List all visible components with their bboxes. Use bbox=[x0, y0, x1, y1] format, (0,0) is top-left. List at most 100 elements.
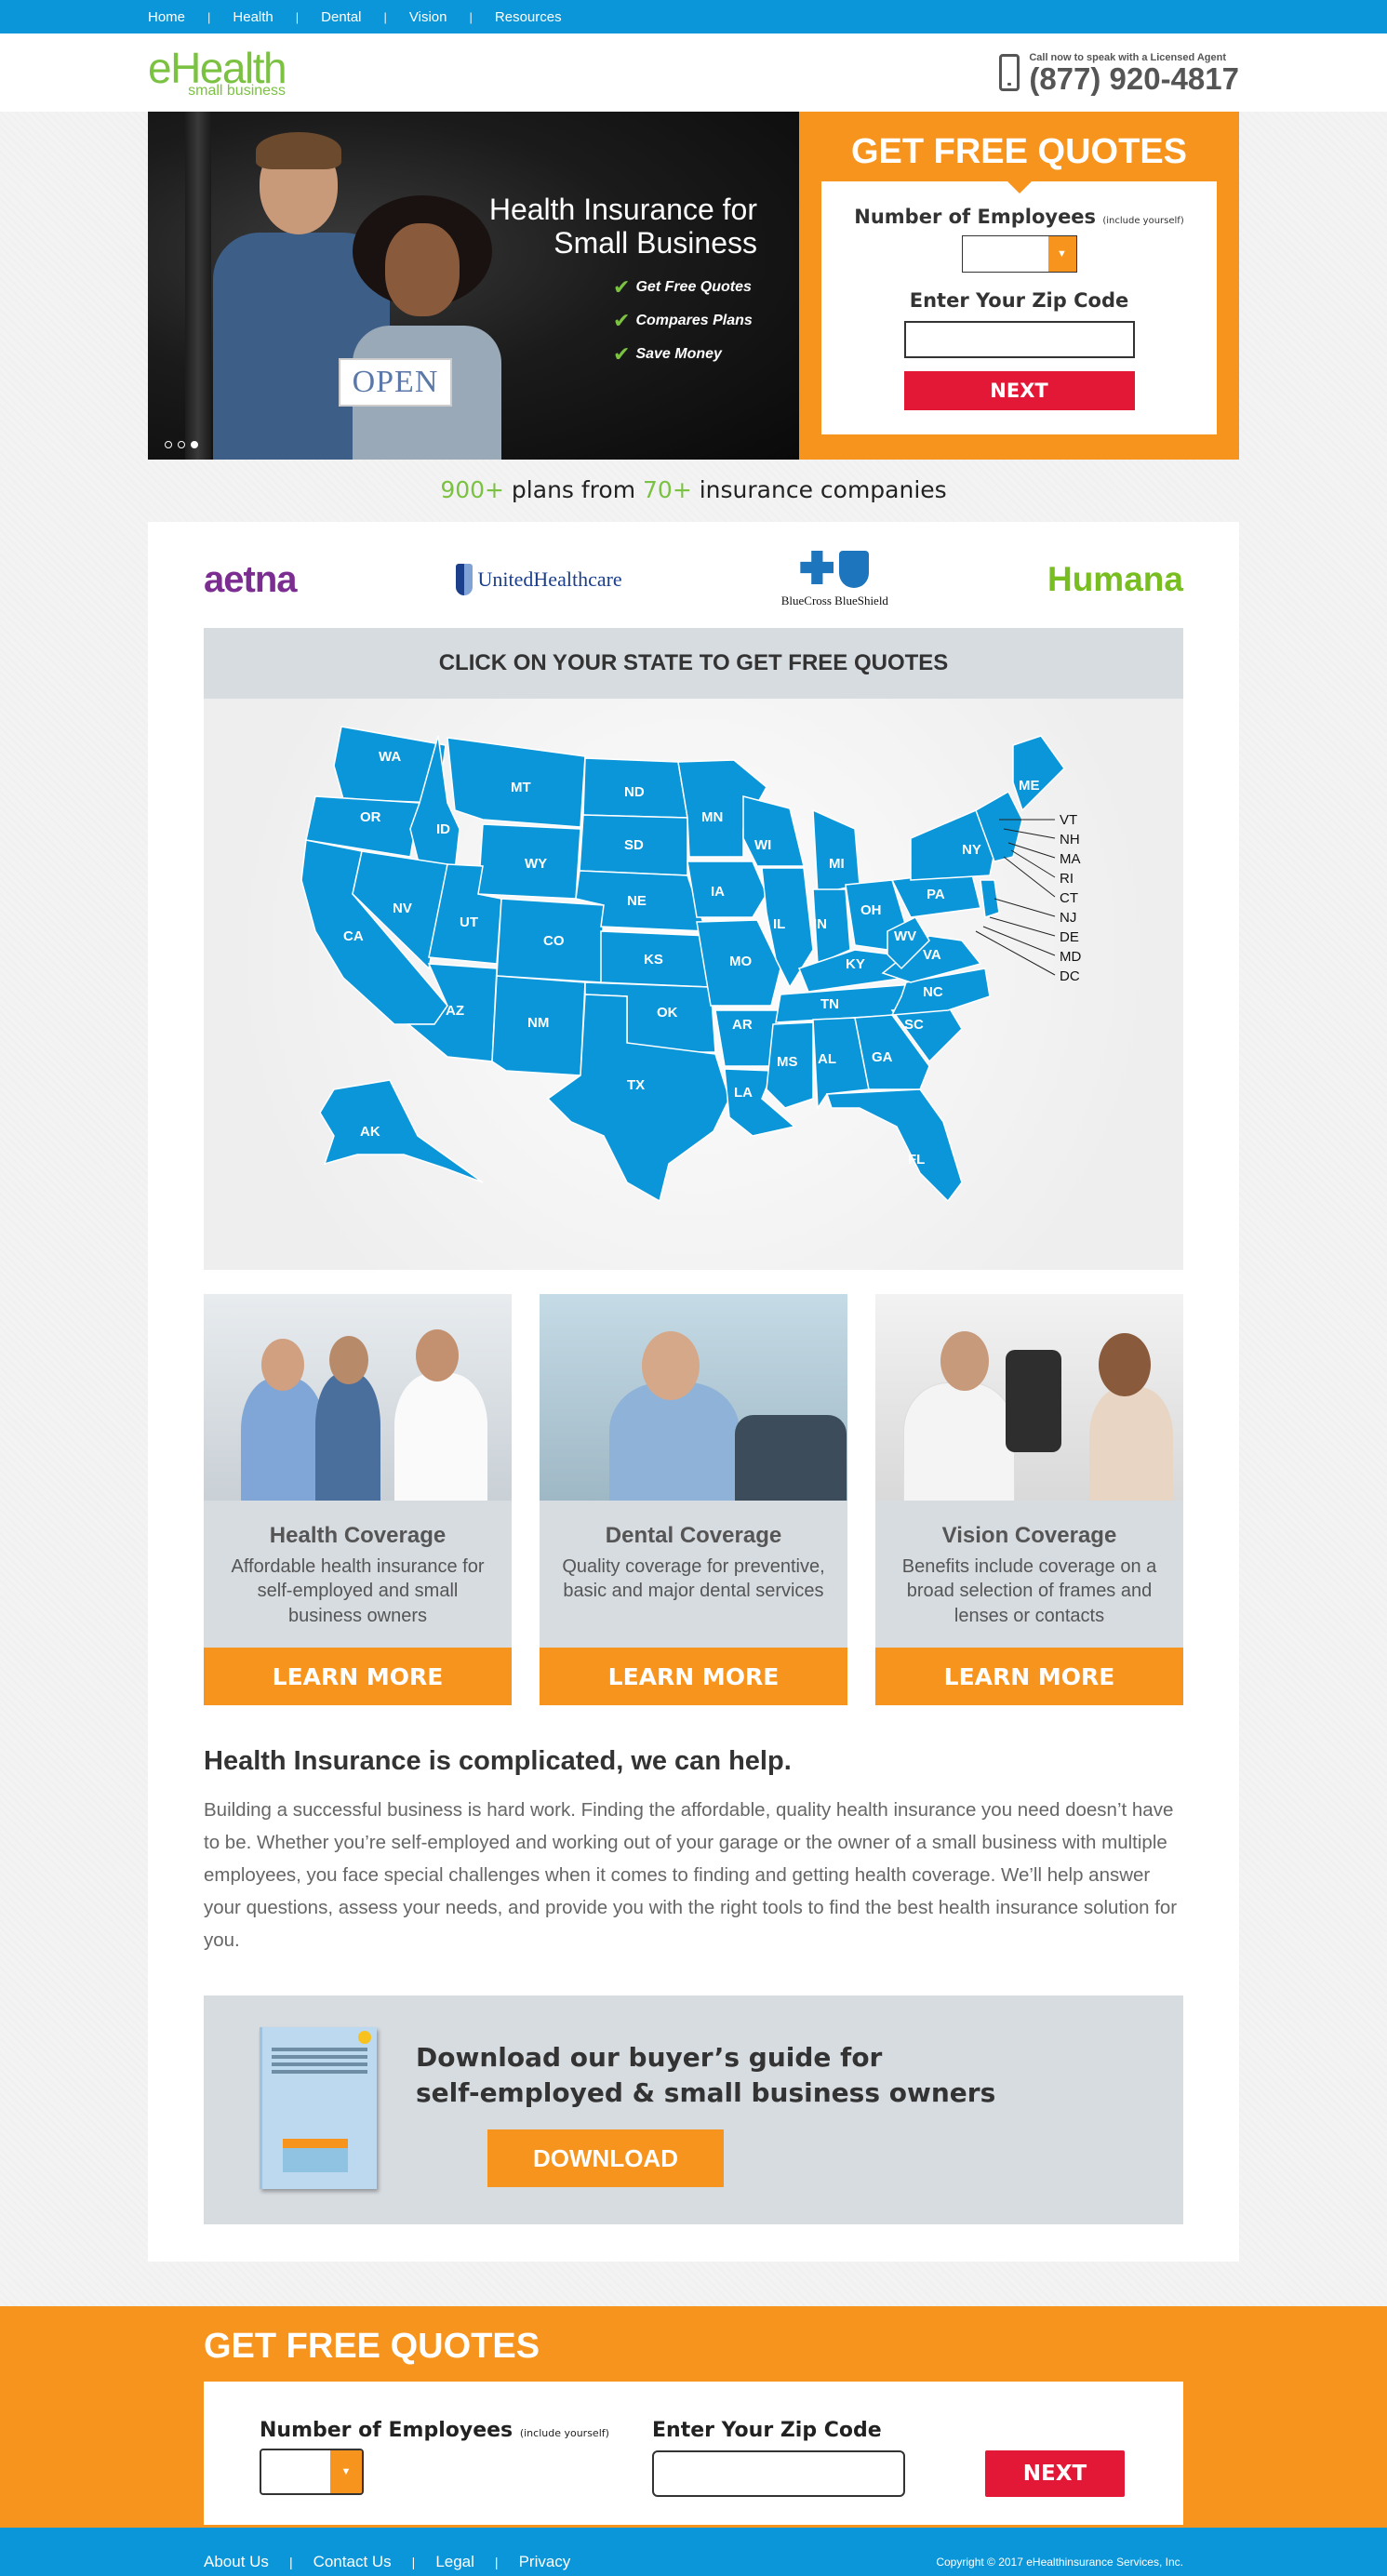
plans-tagline: 900+ plans from 70+ insurance companies bbox=[440, 476, 947, 503]
callout-label[interactable]: DE bbox=[1060, 929, 1079, 945]
state-label: MI bbox=[829, 856, 845, 872]
footer-about-link[interactable]: About Us bbox=[204, 2553, 269, 2571]
bottom-zip-label: Enter Your Zip Code bbox=[652, 2419, 882, 2443]
learn-more-dental-button[interactable]: LEARN MORE bbox=[540, 1648, 847, 1705]
callout-label[interactable]: DC bbox=[1060, 968, 1080, 984]
hero-bullet: ✔ Get Free Quotes bbox=[613, 275, 752, 299]
nav-home[interactable]: Home bbox=[148, 9, 185, 25]
carrier-logos: aetna UnitedHealthcare BlueCross BlueShi… bbox=[204, 544, 1183, 615]
state-ia[interactable] bbox=[687, 861, 767, 918]
state-label: AL bbox=[818, 1051, 836, 1067]
nav-separator: | bbox=[469, 9, 473, 24]
nav-health[interactable]: Health bbox=[233, 9, 273, 25]
callout-label[interactable]: MD bbox=[1060, 949, 1081, 965]
state-label: NM bbox=[527, 1015, 549, 1031]
next-button[interactable]: NEXT bbox=[903, 371, 1135, 410]
state-label: MN bbox=[701, 809, 723, 825]
download-button[interactable]: DOWNLOAD bbox=[487, 2129, 724, 2188]
bottom-zip-input[interactable] bbox=[652, 2450, 905, 2498]
state-label: LA bbox=[734, 1085, 753, 1101]
callout-label[interactable]: RI bbox=[1060, 871, 1074, 887]
state-label: MT bbox=[511, 780, 531, 795]
site-header: eHealth small business Call now to speak… bbox=[0, 33, 1387, 112]
state-label: OR bbox=[360, 809, 381, 825]
card-text: Affordable health insurance for self-emp… bbox=[231, 1556, 485, 1626]
employees-select[interactable]: ▼ bbox=[961, 235, 1077, 273]
state-label: WI bbox=[754, 837, 771, 853]
bottom-next-button[interactable]: NEXT bbox=[985, 2450, 1125, 2498]
state-label: WY bbox=[525, 856, 547, 872]
blue-cross-icon bbox=[800, 551, 834, 584]
carousel-dot-active[interactable] bbox=[191, 441, 198, 448]
bottom-quote-title: GET FREE QUOTES bbox=[204, 2327, 540, 2367]
callout-labels: VT NH MA RI CT NJ DE MD DC bbox=[1060, 812, 1081, 984]
checkmark-icon: ✔ bbox=[613, 342, 631, 366]
site-footer: About Us | Contact Us | Legal | Privacy … bbox=[0, 2528, 1387, 2576]
help-section: Health Insurance is complicated, we can … bbox=[204, 1746, 1183, 1956]
main-panel: aetna UnitedHealthcare BlueCross BlueShi… bbox=[148, 522, 1239, 2262]
zip-label: Enter Your Zip Code bbox=[909, 289, 1129, 312]
bottom-employees-select[interactable]: ▼ bbox=[260, 2449, 364, 2496]
state-label: ND bbox=[624, 784, 645, 800]
callout-label[interactable]: MA bbox=[1060, 851, 1081, 867]
nav-resources[interactable]: Resources bbox=[495, 9, 562, 25]
state-wi[interactable] bbox=[742, 795, 805, 867]
state-label: PA bbox=[927, 887, 945, 902]
hero-bullet: ✔ Save Money bbox=[613, 342, 722, 366]
checkmark-icon: ✔ bbox=[613, 275, 631, 299]
state-label: CO bbox=[543, 933, 565, 949]
phone-number[interactable]: (877) 920-4817 bbox=[1029, 63, 1239, 94]
carousel-dot[interactable] bbox=[165, 441, 172, 448]
nav-separator: | bbox=[295, 9, 300, 24]
state-label: MS bbox=[777, 1054, 798, 1070]
state-ak[interactable] bbox=[319, 1079, 484, 1183]
hero-headline: Health Insurance for Small Business bbox=[488, 193, 757, 260]
help-heading: Health Insurance is complicated, we can … bbox=[204, 1746, 792, 1776]
carousel-dot[interactable] bbox=[178, 441, 185, 448]
quote-form: Number of Employees (include yourself) ▼… bbox=[821, 180, 1217, 434]
state-label: TX bbox=[627, 1077, 645, 1093]
state-label: NY bbox=[962, 842, 981, 858]
card-text: Benefits include coverage on a broad sel… bbox=[901, 1556, 1157, 1626]
callout-label[interactable]: NJ bbox=[1060, 910, 1076, 926]
ehealth-logo[interactable]: eHealth small business bbox=[148, 47, 287, 99]
bcbs-logo: BlueCross BlueShield bbox=[781, 551, 888, 608]
hero-bullet: ✔ Compares Plans bbox=[613, 309, 753, 332]
state-label: OK bbox=[657, 1005, 678, 1021]
us-map-svg: WA OR CA ID NV MT WY UT AZ CO NM ND SD N… bbox=[300, 726, 1081, 1203]
humana-logo: Humana bbox=[1047, 560, 1183, 598]
footer-contact-link[interactable]: Contact Us bbox=[313, 2553, 392, 2571]
state-label: AR bbox=[732, 1017, 753, 1033]
state-label: NC bbox=[923, 984, 943, 1000]
state-label: ID bbox=[436, 821, 450, 837]
help-body: Building a successful business is hard w… bbox=[204, 1799, 1178, 1952]
zip-input[interactable] bbox=[903, 321, 1135, 358]
footer-separator: | bbox=[494, 2554, 499, 2569]
nav-vision[interactable]: Vision bbox=[409, 9, 447, 25]
state-label: FL bbox=[908, 1152, 925, 1168]
nav-dental[interactable]: Dental bbox=[321, 9, 361, 25]
footer-privacy-link[interactable]: Privacy bbox=[519, 2553, 571, 2571]
hero-column bbox=[185, 112, 211, 460]
callout-label[interactable]: NH bbox=[1060, 832, 1080, 848]
phone-icon bbox=[999, 54, 1020, 91]
callout-label[interactable]: VT bbox=[1060, 812, 1077, 828]
learn-more-vision-button[interactable]: LEARN MORE bbox=[875, 1648, 1183, 1705]
learn-more-health-button[interactable]: LEARN MORE bbox=[204, 1648, 512, 1705]
state-nj[interactable] bbox=[980, 879, 1000, 919]
footer-legal-link[interactable]: Legal bbox=[435, 2553, 474, 2571]
state-label: UT bbox=[460, 914, 478, 930]
state-label: IA bbox=[711, 884, 725, 900]
state-fl[interactable] bbox=[825, 1088, 963, 1203]
state-mi[interactable] bbox=[812, 808, 860, 895]
state-me[interactable] bbox=[1012, 735, 1065, 812]
state-label: WV bbox=[894, 928, 916, 944]
state-label: NV bbox=[393, 901, 412, 916]
state-label: GA bbox=[872, 1049, 893, 1065]
callout-label[interactable]: CT bbox=[1060, 890, 1078, 906]
phone-block[interactable]: Call now to speak with a Licensed Agent … bbox=[999, 52, 1239, 94]
state-label: AZ bbox=[446, 1003, 464, 1019]
unitedhealthcare-logo: UnitedHealthcare bbox=[455, 564, 622, 595]
hero-headline-line1: Health Insurance for bbox=[488, 193, 757, 226]
health-coverage-card: Health Coverage Affordable health insura… bbox=[204, 1294, 512, 1705]
